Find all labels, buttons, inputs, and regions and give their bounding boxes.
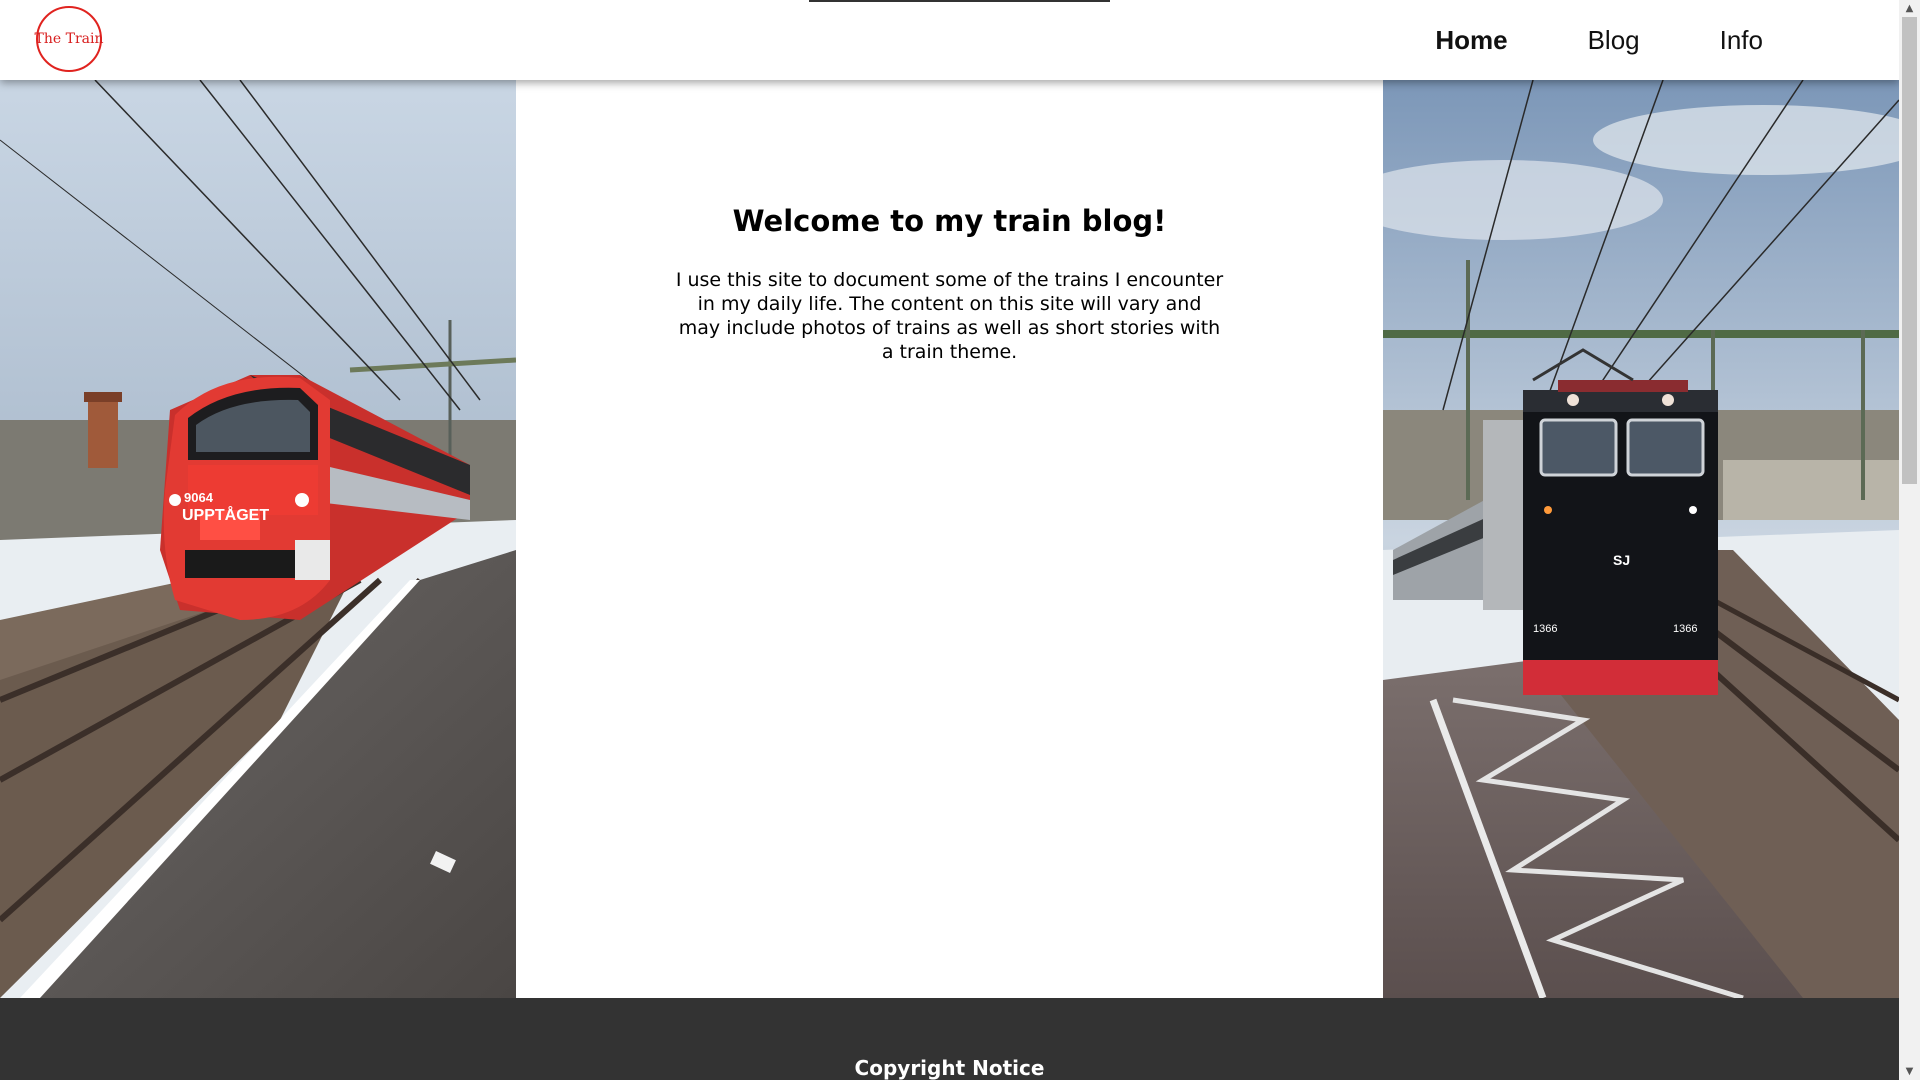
main-content: Welcome to my train blog! I use this sit…	[516, 80, 1383, 998]
site-footer: Copyright Notice	[0, 998, 1899, 1080]
right-train-number-right: 1366	[1673, 623, 1697, 635]
nav-link-blog[interactable]: Blog	[1548, 0, 1680, 80]
nav-link-info[interactable]: Info	[1680, 0, 1803, 80]
page-title: Welcome to my train blog!	[732, 204, 1167, 238]
vertical-scrollbar[interactable]: ▲ ▼	[1899, 0, 1920, 1080]
nav-link-home[interactable]: Home	[1395, 0, 1547, 80]
site-logo[interactable]: The Train	[34, 6, 104, 72]
left-train-brand: UPPTÅGET	[182, 505, 269, 524]
page: The Train Home Blog Info 9064 UPPTÅGET W…	[0, 0, 1899, 1080]
intro-text: I use this site to document some of the …	[675, 269, 1224, 363]
right-train-brand: SJ	[1613, 552, 1630, 568]
left-train-photo: 9064 UPPTÅGET	[0, 80, 516, 998]
scrollbar-thumb[interactable]	[1902, 17, 1917, 484]
scroll-down-arrow-icon[interactable]: ▼	[1899, 1063, 1920, 1080]
left-train-number: 9064	[184, 490, 214, 505]
main-nav: Home Blog Info	[1395, 0, 1803, 80]
right-train-number-left: 1366	[1533, 623, 1557, 635]
footer-title: Copyright Notice	[854, 1056, 1045, 1080]
scroll-up-arrow-icon[interactable]: ▲	[1899, 0, 1920, 17]
logo-text: The Train	[34, 31, 104, 47]
right-train-photo: SJ 1366 1366	[1383, 80, 1899, 998]
site-header: The Train Home Blog Info	[0, 0, 1899, 80]
top-divider	[809, 0, 1110, 2]
